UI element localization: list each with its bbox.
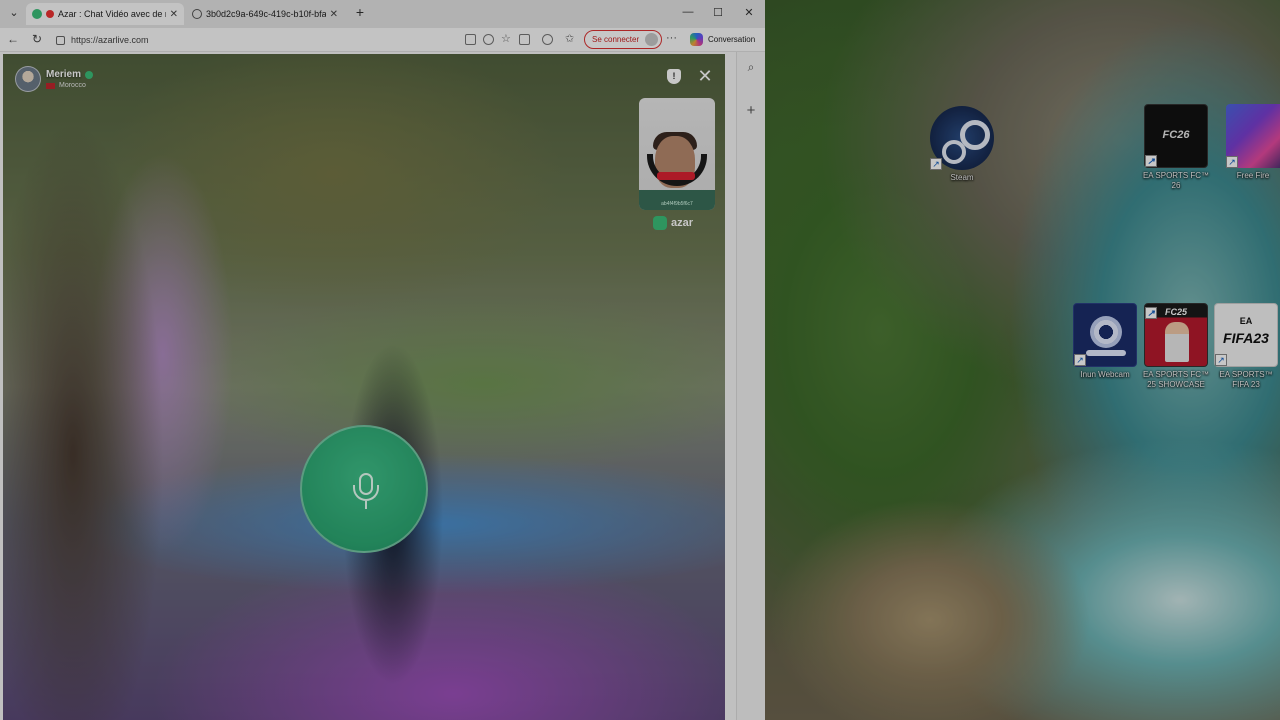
microphone-icon-stem (365, 501, 367, 509)
address-bar[interactable]: https://azarlive.com (56, 32, 149, 48)
address-bar-row: ← ↻ https://azarlive.com ☆ ✩ Se connecte… (0, 28, 765, 52)
open-in-app-icon[interactable] (465, 34, 476, 45)
back-arrow-icon[interactable]: ← (6, 32, 20, 46)
edge-sidebar: ⌕ + (736, 52, 765, 720)
microphone-icon-cup (353, 485, 379, 501)
desktop-icon-fc25-showcase[interactable]: FC25 ↗ EA SPORTS FC™ 25 SHOWCASE (1142, 303, 1210, 390)
morocco-flag-icon (46, 82, 55, 89)
partner-info[interactable]: Meriem Morocco (15, 66, 94, 92)
tracking-prevention-icon[interactable] (483, 34, 494, 45)
copilot-label: Conversation (708, 35, 756, 44)
desktop-icon-label: Inun Webcam (1080, 370, 1130, 379)
signin-label: Se connecter (592, 35, 640, 44)
extensions-icon[interactable] (542, 34, 553, 45)
sunglasses-shape (657, 172, 695, 180)
azar-logo-text: azar (671, 217, 694, 229)
desktop-icon-label: EA SPORTS™ FIFA 23 (1219, 370, 1273, 389)
azar-favicon-icon (32, 9, 42, 19)
shortcut-arrow-icon: ↗ (1074, 354, 1086, 366)
desktop-icon-label: Steam (950, 173, 974, 182)
browser-window: ⌄ Azar : Chat Vidéo avec de no ✕ 3b0d2c9… (0, 0, 765, 720)
webcam-icon: ↗ (1073, 303, 1137, 367)
fifa23-icon: EA FIFA23 ↗ (1214, 303, 1278, 367)
fc26-tile-text: FC26 (1162, 129, 1190, 141)
tab-close-icon[interactable]: ✕ (166, 9, 178, 20)
copilot-button[interactable]: Conversation (690, 33, 755, 46)
shortcut-arrow-icon: ↗ (930, 158, 942, 170)
microphone-button[interactable] (300, 425, 428, 553)
tab-label: 3b0d2c9a-649c-419c-b10f-bfa7d (206, 9, 326, 19)
headset-shape (647, 154, 707, 186)
self-watermark: ab4f4f9b5f6c7 (661, 201, 693, 207)
partner-country: Morocco (59, 82, 86, 89)
report-shield-button[interactable]: ! (667, 69, 681, 84)
ea-logo-text: EA (1239, 316, 1253, 326)
azar-logo-icon (653, 216, 667, 230)
tab-label: Azar : Chat Vidéo avec de no (58, 9, 166, 19)
favorite-star-icon[interactable]: ☆ (501, 34, 512, 45)
close-window-button[interactable]: ✕ (739, 6, 759, 19)
shortcut-arrow-icon: ↗ (1145, 155, 1157, 167)
shortcut-arrow-icon: ↗ (1226, 156, 1238, 168)
self-shirt (639, 190, 715, 210)
camera-permission-icon[interactable] (519, 34, 530, 45)
copilot-icon (690, 33, 703, 46)
fc25-showcase-icon: FC25 ↗ (1144, 303, 1208, 367)
partner-name: Meriem (46, 69, 82, 80)
globe-icon (192, 9, 202, 19)
partner-video: Meriem Morocco ! ✕ ab4f4f9b5f6c7 azar (3, 54, 725, 720)
shortcut-arrow-icon: ↗ (1215, 354, 1227, 366)
azar-logo: azar (653, 216, 693, 230)
verified-badge-icon (85, 70, 94, 79)
free-fire-icon: ↗ (1226, 104, 1280, 168)
steam-icon: ↗ (930, 106, 994, 170)
sidebar-add-icon[interactable]: + (744, 102, 758, 119)
favorites-icon[interactable]: ✩ (565, 34, 576, 45)
tab-close-icon[interactable]: ✕ (326, 9, 338, 20)
profile-avatar-icon (645, 33, 659, 46)
recording-indicator-icon (46, 10, 54, 18)
maximize-button[interactable]: ☐ (708, 6, 728, 19)
end-chat-close-button[interactable]: ✕ (695, 66, 715, 86)
tab-azar[interactable]: Azar : Chat Vidéo avec de no ✕ (26, 3, 184, 25)
fc26-icon: FC26 ↗ (1144, 104, 1208, 168)
desktop-icon-steam[interactable]: ↗ Steam (928, 106, 996, 183)
partner-avatar (15, 66, 41, 92)
url-text: https://azarlive.com (71, 35, 149, 45)
minimize-button[interactable]: — (678, 6, 698, 18)
desktop-icon-webcam[interactable]: ↗ Inun Webcam (1071, 303, 1139, 380)
desktop-icon-label: Free Fire (1236, 171, 1270, 180)
desktop-icon-fc26[interactable]: FC26 ↗ EA SPORTS FC™ 26 (1142, 104, 1210, 191)
desktop-icon-label: EA SPORTS FC™ 25 SHOWCASE (1142, 370, 1210, 389)
tab-guid[interactable]: 3b0d2c9a-649c-419c-b10f-bfa7d ✕ (186, 3, 344, 25)
refresh-icon[interactable]: ↻ (30, 32, 44, 46)
shortcut-arrow-icon: ↗ (1145, 307, 1157, 319)
tab-list-chevron-icon[interactable]: ⌄ (6, 6, 22, 19)
desktop-icon-fifa23[interactable]: EA FIFA23 ↗ EA SPORTS™ FIFA 23 (1212, 303, 1280, 390)
fifa23-tile-text: FIFA23 (1223, 330, 1269, 346)
signin-button[interactable]: Se connecter (584, 30, 663, 49)
desktop-icon-free-fire[interactable]: ↗ Free Fire (1214, 104, 1280, 181)
more-menu-button[interactable]: ··· (666, 32, 677, 44)
new-tab-button[interactable]: + (352, 4, 368, 20)
tab-bar: ⌄ Azar : Chat Vidéo avec de no ✕ 3b0d2c9… (0, 0, 765, 28)
self-camera-preview: ab4f4f9b5f6c7 (639, 98, 715, 210)
site-info-icon (56, 35, 65, 45)
desktop-icon-label: EA SPORTS FC™ 26 (1142, 171, 1210, 190)
sidebar-search-icon[interactable]: ⌕ (744, 60, 758, 75)
